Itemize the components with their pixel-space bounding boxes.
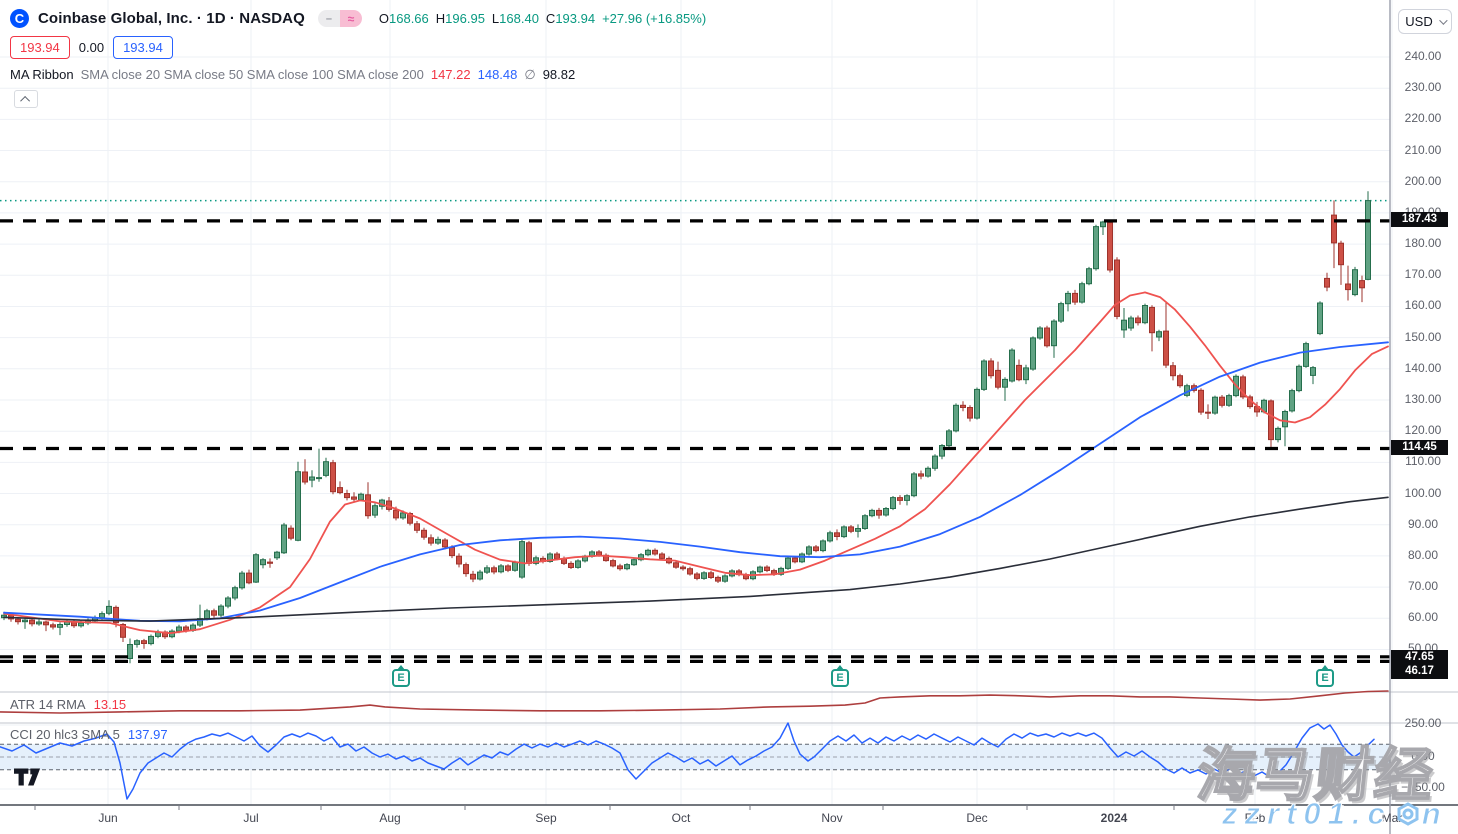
time-axis-label[interactable]: Mar (1382, 811, 1403, 825)
price-axis-label[interactable]: 90.00 (1390, 517, 1456, 531)
price-axis-label[interactable]: 170.00 (1390, 267, 1456, 281)
price-boxes-row: 193.94 0.00 193.94 (10, 36, 173, 59)
time-axis-label[interactable]: Dec (966, 811, 987, 825)
collapse-legend-button[interactable] (14, 90, 38, 108)
adjustment-toggle[interactable]: – ≈ (318, 10, 362, 27)
time-axis-label[interactable]: Oct (672, 811, 691, 825)
buy-price-box[interactable]: 193.94 (113, 36, 173, 59)
high-value: 196.95 (445, 11, 485, 26)
price-axis-label[interactable]: 160.00 (1390, 298, 1456, 312)
price-axis-label[interactable]: 120.00 (1390, 423, 1456, 437)
earnings-icon[interactable]: E (1316, 669, 1334, 687)
time-axis-label[interactable]: 2024 (1101, 811, 1128, 825)
price-axis-label[interactable]: 140.00 (1390, 361, 1456, 375)
earnings-icon[interactable]: E (392, 669, 410, 687)
price-axis-label[interactable]: 240.00 (1390, 49, 1456, 63)
price-axis-label[interactable]: 110.00 (1390, 454, 1456, 468)
cci-axis-label[interactable]: 0.00 (1390, 749, 1456, 763)
indicator-name[interactable]: MA Ribbon (10, 67, 74, 82)
low-value: 168.40 (499, 11, 539, 26)
open-value: 168.66 (389, 11, 429, 26)
cci-axis-label[interactable]: −250.00 (1390, 780, 1456, 794)
ohlc-values: O168.66 H196.95 L168.40 C193.94 +27.96 (… (379, 11, 706, 26)
price-axis-label[interactable]: 220.00 (1390, 111, 1456, 125)
sma200-value: 98.82 (543, 67, 576, 82)
chart-canvas[interactable] (0, 0, 1458, 834)
high-label: H (436, 11, 445, 26)
time-axis-label[interactable]: Sep (535, 811, 556, 825)
atr-value: 13.15 (94, 697, 127, 712)
cci-name[interactable]: CCI 20 hlc3 SMA 5 (10, 727, 120, 742)
tradingview-logo-icon[interactable] (14, 768, 44, 791)
price-axis-label[interactable]: 230.00 (1390, 80, 1456, 94)
empty-set-icon: ∅ (524, 67, 535, 83)
chevron-down-icon (1439, 16, 1447, 24)
level-price-chip[interactable]: 46.17 (1391, 664, 1448, 679)
level-price-chip[interactable]: 47.65 (1391, 650, 1448, 665)
change-value: +27.96 (+16.85%) (602, 11, 706, 26)
price-axis-label[interactable]: 210.00 (1390, 143, 1456, 157)
atr-name[interactable]: ATR 14 RMA (10, 697, 86, 712)
coinbase-logo-icon: C (10, 9, 29, 28)
dash-icon: – (318, 10, 340, 27)
level-price-chip[interactable]: 187.43 (1391, 212, 1448, 227)
cci-value: 137.97 (128, 727, 168, 742)
time-axis-label[interactable]: Feb (1245, 811, 1266, 825)
tradingview-chart-window: C Coinbase Global, Inc. · 1D · NASDAQ – … (0, 0, 1458, 834)
price-axis-label[interactable]: 180.00 (1390, 236, 1456, 250)
currency-label: USD (1405, 14, 1432, 29)
time-axis-label[interactable]: Nov (821, 811, 842, 825)
earnings-icon[interactable]: E (831, 669, 849, 687)
sma20-value: 147.22 (431, 67, 471, 82)
ma-ribbon-legend[interactable]: MA Ribbon SMA close 20 SMA close 50 SMA … (10, 67, 575, 83)
time-axis-label[interactable]: Aug (379, 811, 400, 825)
price-axis-label[interactable]: 130.00 (1390, 392, 1456, 406)
cci-legend[interactable]: CCI 20 hlc3 SMA 5 137.97 (10, 727, 168, 742)
price-axis-label[interactable]: 200.00 (1390, 174, 1456, 188)
symbol-legend: C Coinbase Global, Inc. · 1D · NASDAQ – … (10, 9, 706, 28)
price-axis-label[interactable]: 60.00 (1390, 610, 1456, 624)
price-axis-label[interactable]: 70.00 (1390, 579, 1456, 593)
close-label: C (546, 11, 555, 26)
time-axis-label[interactable]: Jun (98, 811, 117, 825)
spread-value: 0.00 (79, 40, 104, 55)
price-axis-label[interactable]: 80.00 (1390, 548, 1456, 562)
symbol-title[interactable]: Coinbase Global, Inc. · 1D · NASDAQ (38, 10, 305, 27)
close-value: 193.94 (555, 11, 595, 26)
sma50-value: 148.48 (478, 67, 518, 82)
indicator-params: SMA close 20 SMA close 50 SMA close 100 … (81, 67, 424, 82)
price-axis-label[interactable]: 150.00 (1390, 330, 1456, 344)
price-axis-label[interactable]: 100.00 (1390, 486, 1456, 500)
time-axis-label[interactable]: Jul (243, 811, 258, 825)
wave-icon: ≈ (340, 10, 362, 27)
level-price-chip[interactable]: 114.45 (1391, 440, 1448, 455)
cci-axis-label[interactable]: 250.00 (1390, 716, 1456, 730)
chevron-up-icon (20, 95, 30, 105)
sell-price-box[interactable]: 193.94 (10, 36, 70, 59)
atr-legend[interactable]: ATR 14 RMA 13.15 (10, 697, 126, 712)
open-label: O (379, 11, 389, 26)
currency-dropdown[interactable]: USD (1398, 9, 1452, 34)
